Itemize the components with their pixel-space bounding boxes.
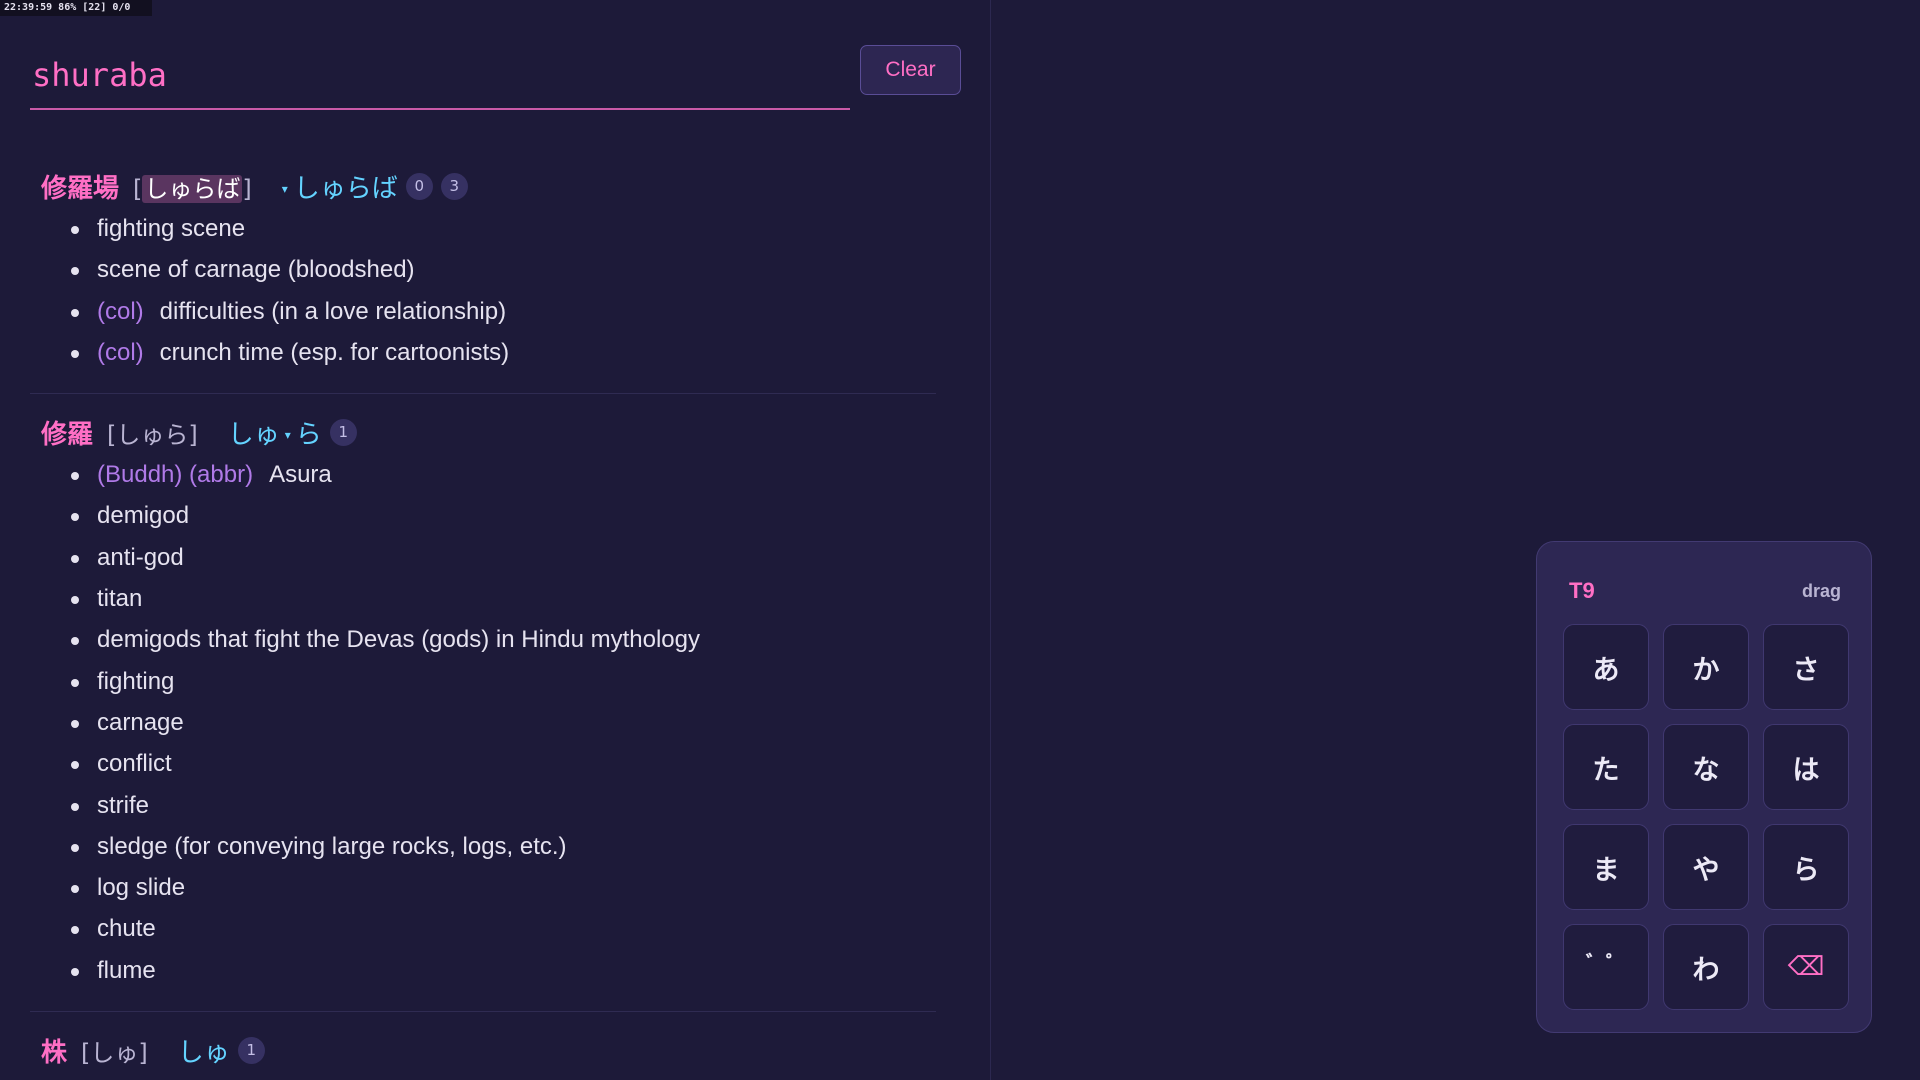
entry-kana[interactable]: しゅ [178,1032,230,1069]
t9-key-ma[interactable]: ま [1563,824,1649,910]
reading-open-bracket: [ [133,174,143,203]
entry-kana-text: しゅらば [293,173,398,204]
reading-close-bracket: ] [242,174,252,203]
t9-key-wa[interactable]: わ [1663,924,1749,1010]
sense-list: (Buddh) (abbr) Asura demigod anti-god tit… [41,454,936,991]
t9-keypad[interactable]: T9 drag あ か さ た な は ま や ら ゛゜ わ ⌫ [1536,541,1872,1033]
sense-text: chute [97,915,156,943]
entry-kanji[interactable]: 株 [41,1032,67,1069]
entry-shu: 株 [しゅ] しゅ 1 [30,1032,936,1080]
sense-tag: (col) [97,297,144,325]
sense-item: fighting scene [67,208,936,249]
sense-item: log slide [67,867,936,908]
pitch-caret-icon: ▾ [284,428,291,443]
t9-key-grid: あ か さ た な は ま や ら ゛゜ わ ⌫ [1563,624,1849,1010]
sense-text: fighting [97,667,175,695]
entry-header: 修羅場 [しゅらば] ▾ しゅらば 0 3 [41,168,936,204]
sense-text: crunch time (esp. for cartoonists) [159,338,510,366]
sense-text: titan [97,585,143,613]
sense-item: fighting [67,661,936,702]
sense-item: carnage [67,702,936,743]
pitch-caret-icon: ▾ [281,182,288,196]
search-input[interactable] [30,42,850,110]
sense-text: scene of carnage (bloodshed) [97,256,415,284]
entry-kanji[interactable]: 修羅場 [41,168,119,205]
sense-text: fighting scene [97,215,246,242]
entry-kana-text: しゅ [227,419,280,450]
entry-kanji[interactable]: 修羅 [41,414,93,451]
sense-text: demigod [97,502,190,530]
count-badge[interactable]: 0 [405,172,433,200]
entry-reading: [しゅらば] [133,169,252,204]
backspace-icon[interactable]: ⌫ [1763,924,1849,1010]
sense-text: difficulties (in a love relationship) [159,297,507,325]
t9-key-dakuten[interactable]: ゛゜ [1563,924,1649,1010]
sense-item: demigod [67,495,936,536]
sense-item: sledge (for conveying large rocks, logs,… [67,826,936,867]
entry-kana[interactable]: しゅ ▾ ら [228,414,322,451]
sense-item: flume [67,950,936,991]
count-badge[interactable]: 1 [237,1036,265,1064]
search-row: Clear [30,42,961,110]
sense-text: flume [97,956,156,984]
results-list: 修羅場 [しゅらば] ▾ しゅらば 0 3 fighting scene scen… [30,168,936,1080]
t9-key-ra[interactable]: ら [1763,824,1849,910]
sense-list: fighting scene scene of carnage (bloodsh… [41,208,936,373]
sense-text: anti-god [97,543,184,571]
entry-header: 株 [しゅ] しゅ 1 [41,1032,936,1068]
sense-item: scene of carnage (bloodshed) [67,249,936,290]
sense-item: titan [67,578,936,619]
drag-handle[interactable]: drag [1802,581,1841,602]
sense-item: anti-god [67,537,936,578]
entry-header: 修羅 [しゅら] しゅ ▾ ら 1 [41,414,936,450]
count-badge[interactable]: 1 [329,418,357,446]
sense-text: log slide [97,874,186,902]
t9-key-sa[interactable]: さ [1763,624,1849,710]
count-badge[interactable]: 3 [440,172,468,200]
t9-key-na[interactable]: な [1663,724,1749,810]
entry-kana-text: ら [295,419,322,450]
entry-kana[interactable]: ▾ しゅらば [282,168,398,205]
sense-item: (Buddh) (abbr) Asura [67,454,936,495]
t9-key-ha[interactable]: は [1763,724,1849,810]
sense-tag: (col) [97,338,144,366]
entry-shura: 修羅 [しゅら] しゅ ▾ ら 1 (Buddh) (abbr) Asura demi… [30,414,936,1013]
sense-text: strife [97,791,150,819]
t9-key-ka[interactable]: か [1663,624,1749,710]
sense-text: carnage [97,708,184,736]
clear-button[interactable]: Clear [860,45,961,95]
entry-reading: [しゅら] [107,420,198,449]
reading-highlight: しゅらば [142,174,243,203]
sense-item: chute [67,908,936,949]
sense-item: strife [67,785,936,826]
dictionary-pane: Clear 修羅場 [しゅらば] ▾しゅらば 0 3 fighting scen… [0,0,991,1080]
sense-tag: (Buddh) (abbr) [97,461,254,489]
t9-key-ya[interactable]: や [1663,824,1749,910]
sense-item: conflict [67,743,936,784]
sense-item: (col) crunch time (esp. for cartoonists) [67,332,936,373]
t9-key-a[interactable]: あ [1563,624,1649,710]
sense-text: demigods that fight the Devas (gods) in … [97,626,700,654]
entry-shuraba: 修羅場 [しゅらば] ▾ しゅらば 0 3 fighting scene scen… [30,168,936,395]
entry-reading: [しゅ] [81,1038,148,1067]
sense-text: sledge (for conveying large rocks, logs,… [97,832,567,860]
sense-item: demigods that fight the Devas (gods) in … [67,619,936,660]
sense-item: (col) difficulties (in a love relationshi… [67,291,936,332]
t9-title: T9 [1569,578,1595,603]
sense-text: Asura [269,461,332,489]
t9-key-ta[interactable]: た [1563,724,1649,810]
sense-text: conflict [97,750,172,778]
